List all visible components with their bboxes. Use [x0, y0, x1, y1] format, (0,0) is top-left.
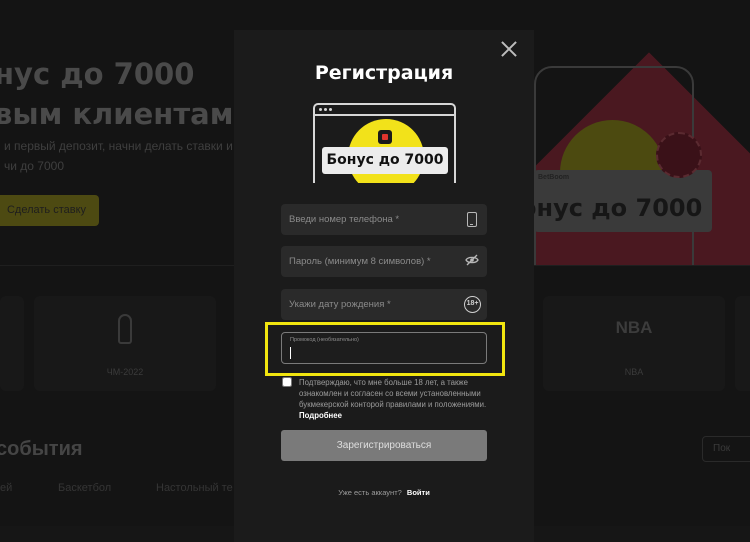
league-card-nba: NBA NBA	[543, 296, 725, 391]
login-link[interactable]: Войти	[407, 488, 430, 497]
league-card-wc: ЧМ-2022	[34, 296, 216, 391]
tab-sport: ей	[0, 482, 13, 494]
login-prompt: Уже есть аккаунт?	[338, 488, 402, 497]
hero-subtitle: и первый депозит, начни делать ставки и …	[4, 139, 233, 173]
modal-title: Регистрация	[314, 62, 454, 84]
birthdate-input[interactable]	[281, 289, 487, 320]
show-more-button: Пок	[702, 436, 750, 462]
brand-logo: BetBoom	[538, 174, 570, 181]
login-row: Уже есть аккаунт? Войти	[234, 488, 534, 497]
brand-badge-icon	[378, 130, 392, 144]
consent-text: Подтверждаю, что мне больше 18 лет, а та…	[299, 378, 487, 420]
hero-title: нус до 7000 вым клиентам	[0, 57, 234, 131]
stamp-badge	[656, 132, 702, 178]
phone-icon	[467, 212, 477, 227]
promo-art-text: онус до 7000	[520, 194, 703, 222]
close-icon[interactable]	[500, 40, 518, 58]
tab-basketball: Баскетбол	[58, 482, 112, 494]
tab-table-tennis: Настольный те	[156, 482, 233, 494]
league-card	[0, 296, 24, 391]
consent-checkbox[interactable]	[282, 377, 292, 387]
birthdate-field: 18+	[281, 289, 487, 320]
phone-input[interactable]	[281, 204, 487, 235]
age-18-icon: 18+	[464, 296, 481, 313]
league-card-label: NBA	[624, 367, 644, 377]
events-title: события	[0, 438, 83, 460]
bonus-banner: Бонус до 7000	[313, 103, 456, 183]
nba-logo: NBA	[615, 318, 653, 337]
eye-off-icon[interactable]	[465, 253, 479, 269]
window-dots	[319, 108, 332, 111]
window-bar	[315, 114, 454, 116]
phone-field	[281, 204, 487, 235]
register-button[interactable]: Зарегистрироваться	[281, 430, 487, 461]
promo-code-label: Промокод (необязательно)	[290, 337, 359, 343]
text-caret	[290, 347, 291, 359]
password-field	[281, 246, 487, 277]
league-card	[735, 296, 750, 391]
bonus-banner-text: Бонус до 7000	[322, 147, 448, 174]
consent-more-link[interactable]: Подробнее	[299, 411, 342, 420]
promo-art: BetBoom онус до 7000	[520, 40, 750, 265]
league-card-label: ЧМ-2022	[106, 367, 144, 377]
password-input[interactable]	[281, 246, 487, 277]
promo-code-field[interactable]: Промокод (необязательно)	[281, 332, 487, 364]
hero-cta-button: Сделать ставку	[0, 195, 99, 226]
world-cup-icon	[118, 314, 132, 344]
